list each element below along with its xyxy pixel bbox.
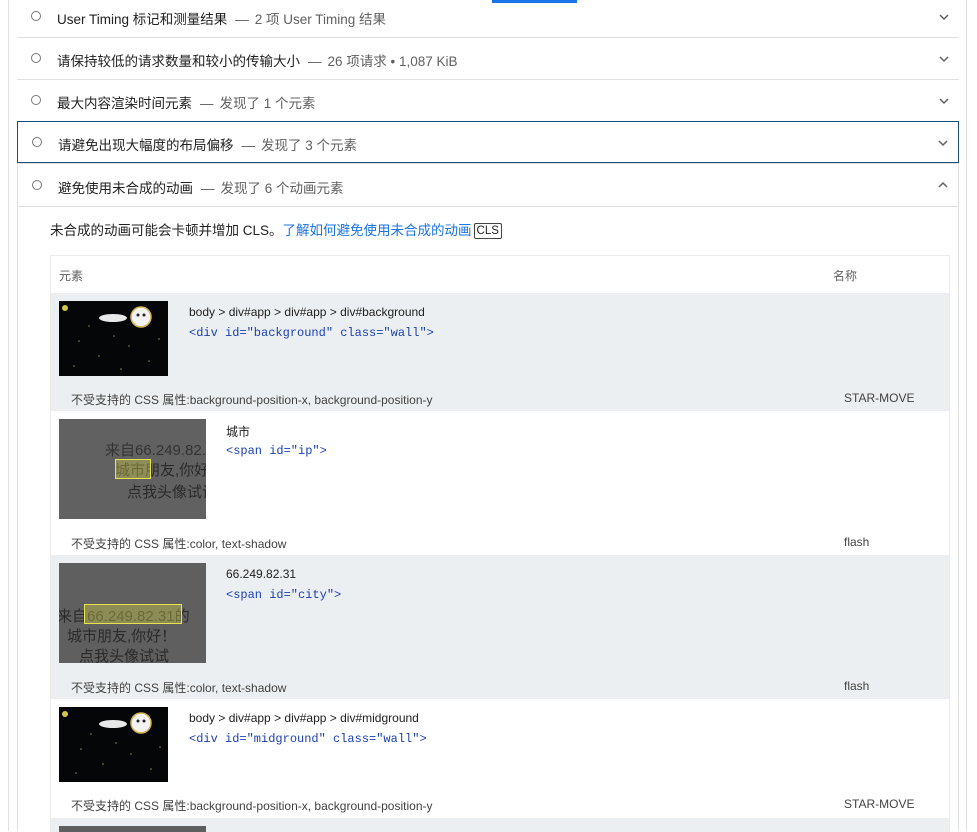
sub-label: 不受支持的 CSS 属性:	[71, 393, 190, 407]
table-row: body > div#app > div#app > div#midground…	[51, 699, 949, 818]
table-header: 元素 名称	[51, 256, 949, 294]
audit-dash: —	[200, 96, 214, 111]
element-screenshot-thumbnail: 来自66.249.82.31的 城市朋友,你好！ 点我头像试试	[59, 419, 206, 519]
table-row: body > div#app > div#app > div#backgroun…	[51, 293, 949, 411]
sub-value: color, text-shadow	[189, 537, 287, 551]
element-selector: body > div#app > div#app > div#backgroun…	[189, 305, 425, 319]
audit-lcp-element[interactable]: 最大内容渲染时间元素 — 发现了 1 个元素	[17, 80, 959, 122]
thumb-line: 点我头像试试	[79, 648, 170, 663]
audit-title: 请避免出现大幅度的布局偏移	[58, 138, 234, 153]
unsupported-properties: 不受支持的 CSS 属性:color, text-shadow	[71, 535, 286, 552]
element-selector: body > div#app > div#app > div#midground	[189, 711, 419, 725]
informative-icon	[31, 95, 41, 105]
sub-label: 不受支持的 CSS 属性:	[71, 681, 190, 695]
audit-title: User Timing 标记和测量结果	[57, 12, 228, 27]
audit-display-value: 发现了 6 个动画元素	[220, 181, 344, 196]
chevron-down-icon[interactable]	[937, 52, 951, 66]
audit-description: 未合成的动画可能会卡顿并增加 CLS。了解如何避免使用未合成的动画 CLS	[50, 219, 502, 239]
element-snippet[interactable]: <div id="background" class="wall">	[189, 326, 434, 340]
audit-display-value: 2 项 User Timing 结果	[254, 12, 387, 27]
animation-name: STAR-MOVE	[844, 797, 915, 811]
audit-title: 避免使用未合成的动画	[58, 181, 193, 196]
audit-resource-summary[interactable]: 请保持较低的请求数量和较小的传输大小 — 26 项请求 • 1,087 KiB	[17, 38, 959, 80]
sub-value: background-position-x, background-positi…	[189, 393, 433, 407]
element-screenshot-thumbnail	[59, 826, 206, 832]
thumb-line: 城市朋友,你好！	[67, 628, 177, 645]
column-header-name: 名称	[833, 269, 858, 283]
audit-dash: —	[201, 181, 215, 196]
sub-value: color, text-shadow	[189, 681, 287, 695]
audit-display-value: 发现了 1 个元素	[219, 96, 316, 111]
audit-dash: —	[241, 138, 256, 153]
animation-name: STAR-MOVE	[844, 391, 915, 405]
metric-tag: CLS	[473, 223, 502, 239]
informative-icon	[31, 11, 41, 21]
element-selector: 城市	[226, 425, 251, 439]
audit-header[interactable]: 避免使用未合成的动画 — 发现了 6 个动画元素	[18, 164, 958, 207]
informative-icon	[32, 137, 42, 147]
element-screenshot-thumbnail: 来自66.249.82.31的 城市朋友,你好！ 点我头像试试	[59, 563, 206, 663]
chevron-down-icon[interactable]	[936, 136, 950, 150]
element-screenshot-thumbnail	[59, 301, 168, 376]
element-selector: 66.249.82.31	[226, 567, 297, 581]
audit-dash: —	[308, 54, 322, 69]
animation-name: flash	[844, 679, 870, 693]
audit-non-composited-animations: 避免使用未合成的动画 — 发现了 6 个动画元素 未合成的动画可能会卡顿并增加 CL…	[17, 163, 959, 832]
element-screenshot-thumbnail	[59, 707, 168, 782]
thumb-line: 来自66.249.82.31的	[105, 442, 206, 459]
sub-label: 不受支持的 CSS 属性:	[71, 799, 190, 813]
sub-label: 不受支持的 CSS 属性:	[71, 537, 190, 551]
highlight-box	[115, 459, 151, 479]
animation-name: flash	[844, 535, 870, 549]
chevron-down-icon[interactable]	[937, 10, 951, 24]
chevron-up-icon[interactable]	[936, 178, 950, 192]
audit-dash: —	[235, 12, 249, 27]
thumb-line: 点我头像试试	[127, 484, 206, 501]
sub-value: background-position-x, background-positi…	[189, 799, 433, 813]
audit-title: 最大内容渲染时间元素	[57, 96, 192, 111]
audit-display-value: 26 项请求 • 1,087 KiB	[327, 54, 458, 69]
audit-title: 请保持较低的请求数量和较小的传输大小	[57, 54, 300, 69]
informative-icon	[32, 180, 42, 190]
element-snippet[interactable]: <span id="ip">	[226, 444, 327, 458]
description-text: 未合成的动画可能会卡顿并增加 CLS。	[50, 223, 283, 238]
informative-icon	[31, 53, 41, 63]
unsupported-properties: 不受支持的 CSS 属性:color, text-shadow	[71, 679, 286, 696]
table-row	[51, 818, 949, 832]
audit-display-value: 发现了 3 个元素	[261, 138, 358, 153]
learn-more-link[interactable]: 了解如何避免使用未合成的动画	[283, 223, 472, 238]
element-snippet[interactable]: <div id="midground" class="wall">	[189, 732, 427, 746]
column-header-element: 元素	[59, 269, 84, 283]
audit-user-timing[interactable]: User Timing 标记和测量结果 — 2 项 User Timing 结果	[17, 0, 959, 38]
table-row: 来自66.249.82.31的 城市朋友,你好！ 点我头像试试 城市 <span…	[51, 411, 949, 555]
unsupported-properties: 不受支持的 CSS 属性:background-position-x, back…	[71, 797, 433, 814]
audit-layout-shift[interactable]: 请避免出现大幅度的布局偏移 — 发现了 3 个元素	[17, 121, 959, 163]
table-row: 来自66.249.82.31的 城市朋友,你好！ 点我头像试试 66.249.8…	[51, 555, 949, 699]
details-table: 元素 名称 body > div#app > div#app > div#bac…	[50, 255, 950, 832]
highlight-box	[84, 604, 182, 624]
element-snippet[interactable]: <span id="city">	[226, 588, 341, 602]
unsupported-properties: 不受支持的 CSS 属性:background-position-x, back…	[71, 391, 433, 408]
chevron-down-icon[interactable]	[937, 94, 951, 108]
